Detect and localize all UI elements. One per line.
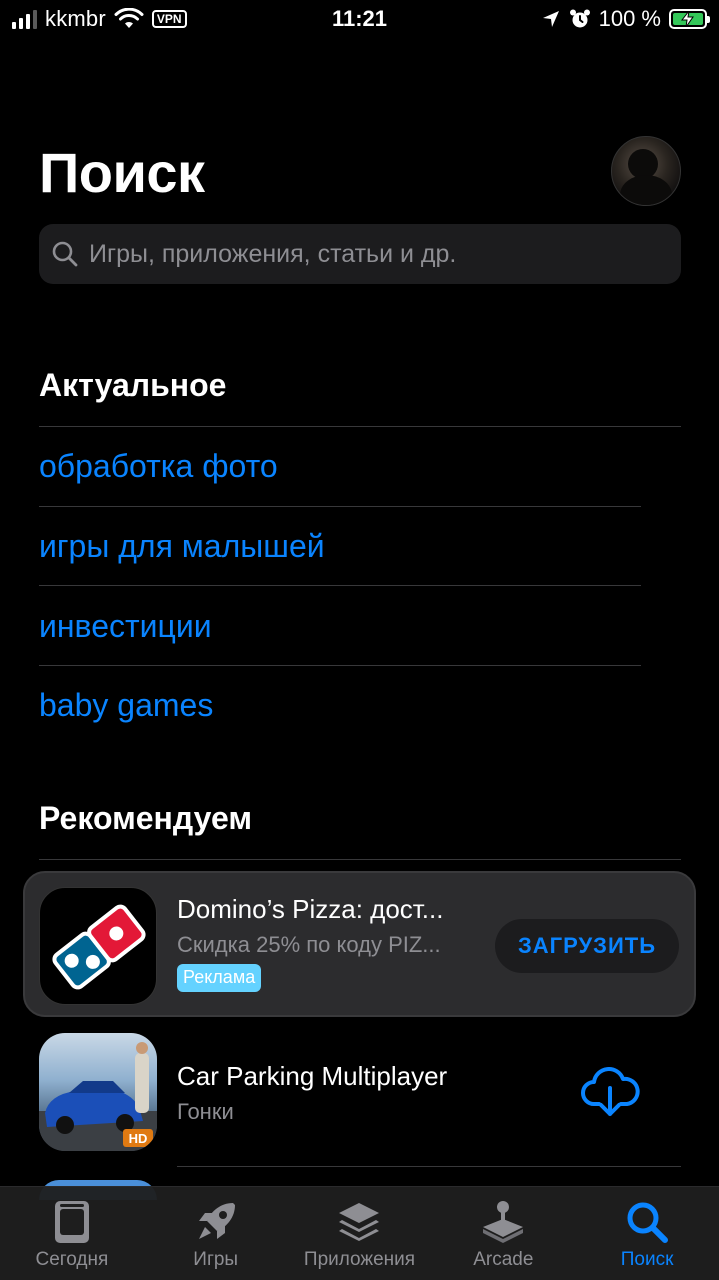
app-subtitle: Гонки: [177, 1099, 234, 1124]
divider: [39, 506, 641, 507]
divider: [39, 665, 641, 666]
trending-title: Актуальное: [39, 367, 227, 403]
search-icon: [52, 241, 78, 267]
battery-percent: 100 %: [598, 6, 661, 31]
tab-label: Приложения: [303, 1249, 416, 1270]
divider: [177, 1166, 681, 1167]
layers-icon: [339, 1203, 380, 1241]
divider: [39, 859, 681, 860]
status-right: 100 %: [541, 6, 710, 32]
location-icon: [542, 11, 559, 27]
search-icon: [627, 1202, 669, 1243]
avatar[interactable]: [611, 136, 681, 206]
dominos-logo-icon: [52, 904, 146, 990]
charging-bolt-icon: [680, 11, 694, 27]
divider: [39, 585, 641, 586]
dominos-app-icon[interactable]: [39, 887, 157, 1005]
car-parking-app-icon[interactable]: HD: [39, 1033, 157, 1151]
ad-badge: Реклама: [177, 964, 262, 992]
trending-item[interactable]: обработка фото: [39, 448, 278, 485]
cloud-download-icon[interactable]: [580, 1066, 640, 1120]
trending-item[interactable]: baby games: [39, 687, 213, 724]
tab-label: Поиск: [620, 1249, 674, 1270]
tab-apps[interactable]: Приложения: [288, 1187, 432, 1280]
trending-item[interactable]: инвестиции: [39, 608, 212, 645]
tab-label: Сегодня: [35, 1249, 109, 1270]
recommended-title: Рекомендуем: [39, 800, 252, 836]
rocket-icon: [198, 1203, 235, 1239]
tab-search[interactable]: Поиск: [575, 1187, 719, 1280]
today-icon: [54, 1201, 89, 1243]
search-input[interactable]: [89, 239, 669, 269]
tab-games[interactable]: Игры: [144, 1187, 288, 1280]
app-name: Car Parking Multiplayer: [177, 1061, 448, 1091]
status-bar: kkmbr VPN 11:21 100 %: [0, 0, 719, 40]
tab-label: Arcade: [473, 1249, 534, 1270]
page-title: Поиск: [39, 141, 205, 204]
divider: [39, 426, 681, 427]
app-subtitle: Скидка 25% по коду PIZ...: [177, 932, 441, 957]
tab-arcade[interactable]: Arcade: [431, 1187, 575, 1280]
get-button[interactable]: ЗАГРУЗИТЬ: [495, 919, 679, 973]
tab-label: Игры: [193, 1249, 239, 1270]
tab-bar: Сегодня Игры Приложения Arcade Поиск: [0, 1186, 719, 1280]
alarm-icon: [569, 9, 590, 28]
svg-text:HD: HD: [129, 1131, 148, 1146]
car-parking-artwork-icon: HD: [39, 1042, 157, 1151]
trending-item[interactable]: игры для малышей: [39, 528, 325, 565]
battery-icon: [669, 9, 710, 29]
tab-today[interactable]: Сегодня: [0, 1187, 144, 1280]
search-bar[interactable]: [39, 224, 681, 284]
joystick-icon: [483, 1201, 524, 1243]
app-name: Domino’s Pizza: дост...: [177, 894, 444, 924]
